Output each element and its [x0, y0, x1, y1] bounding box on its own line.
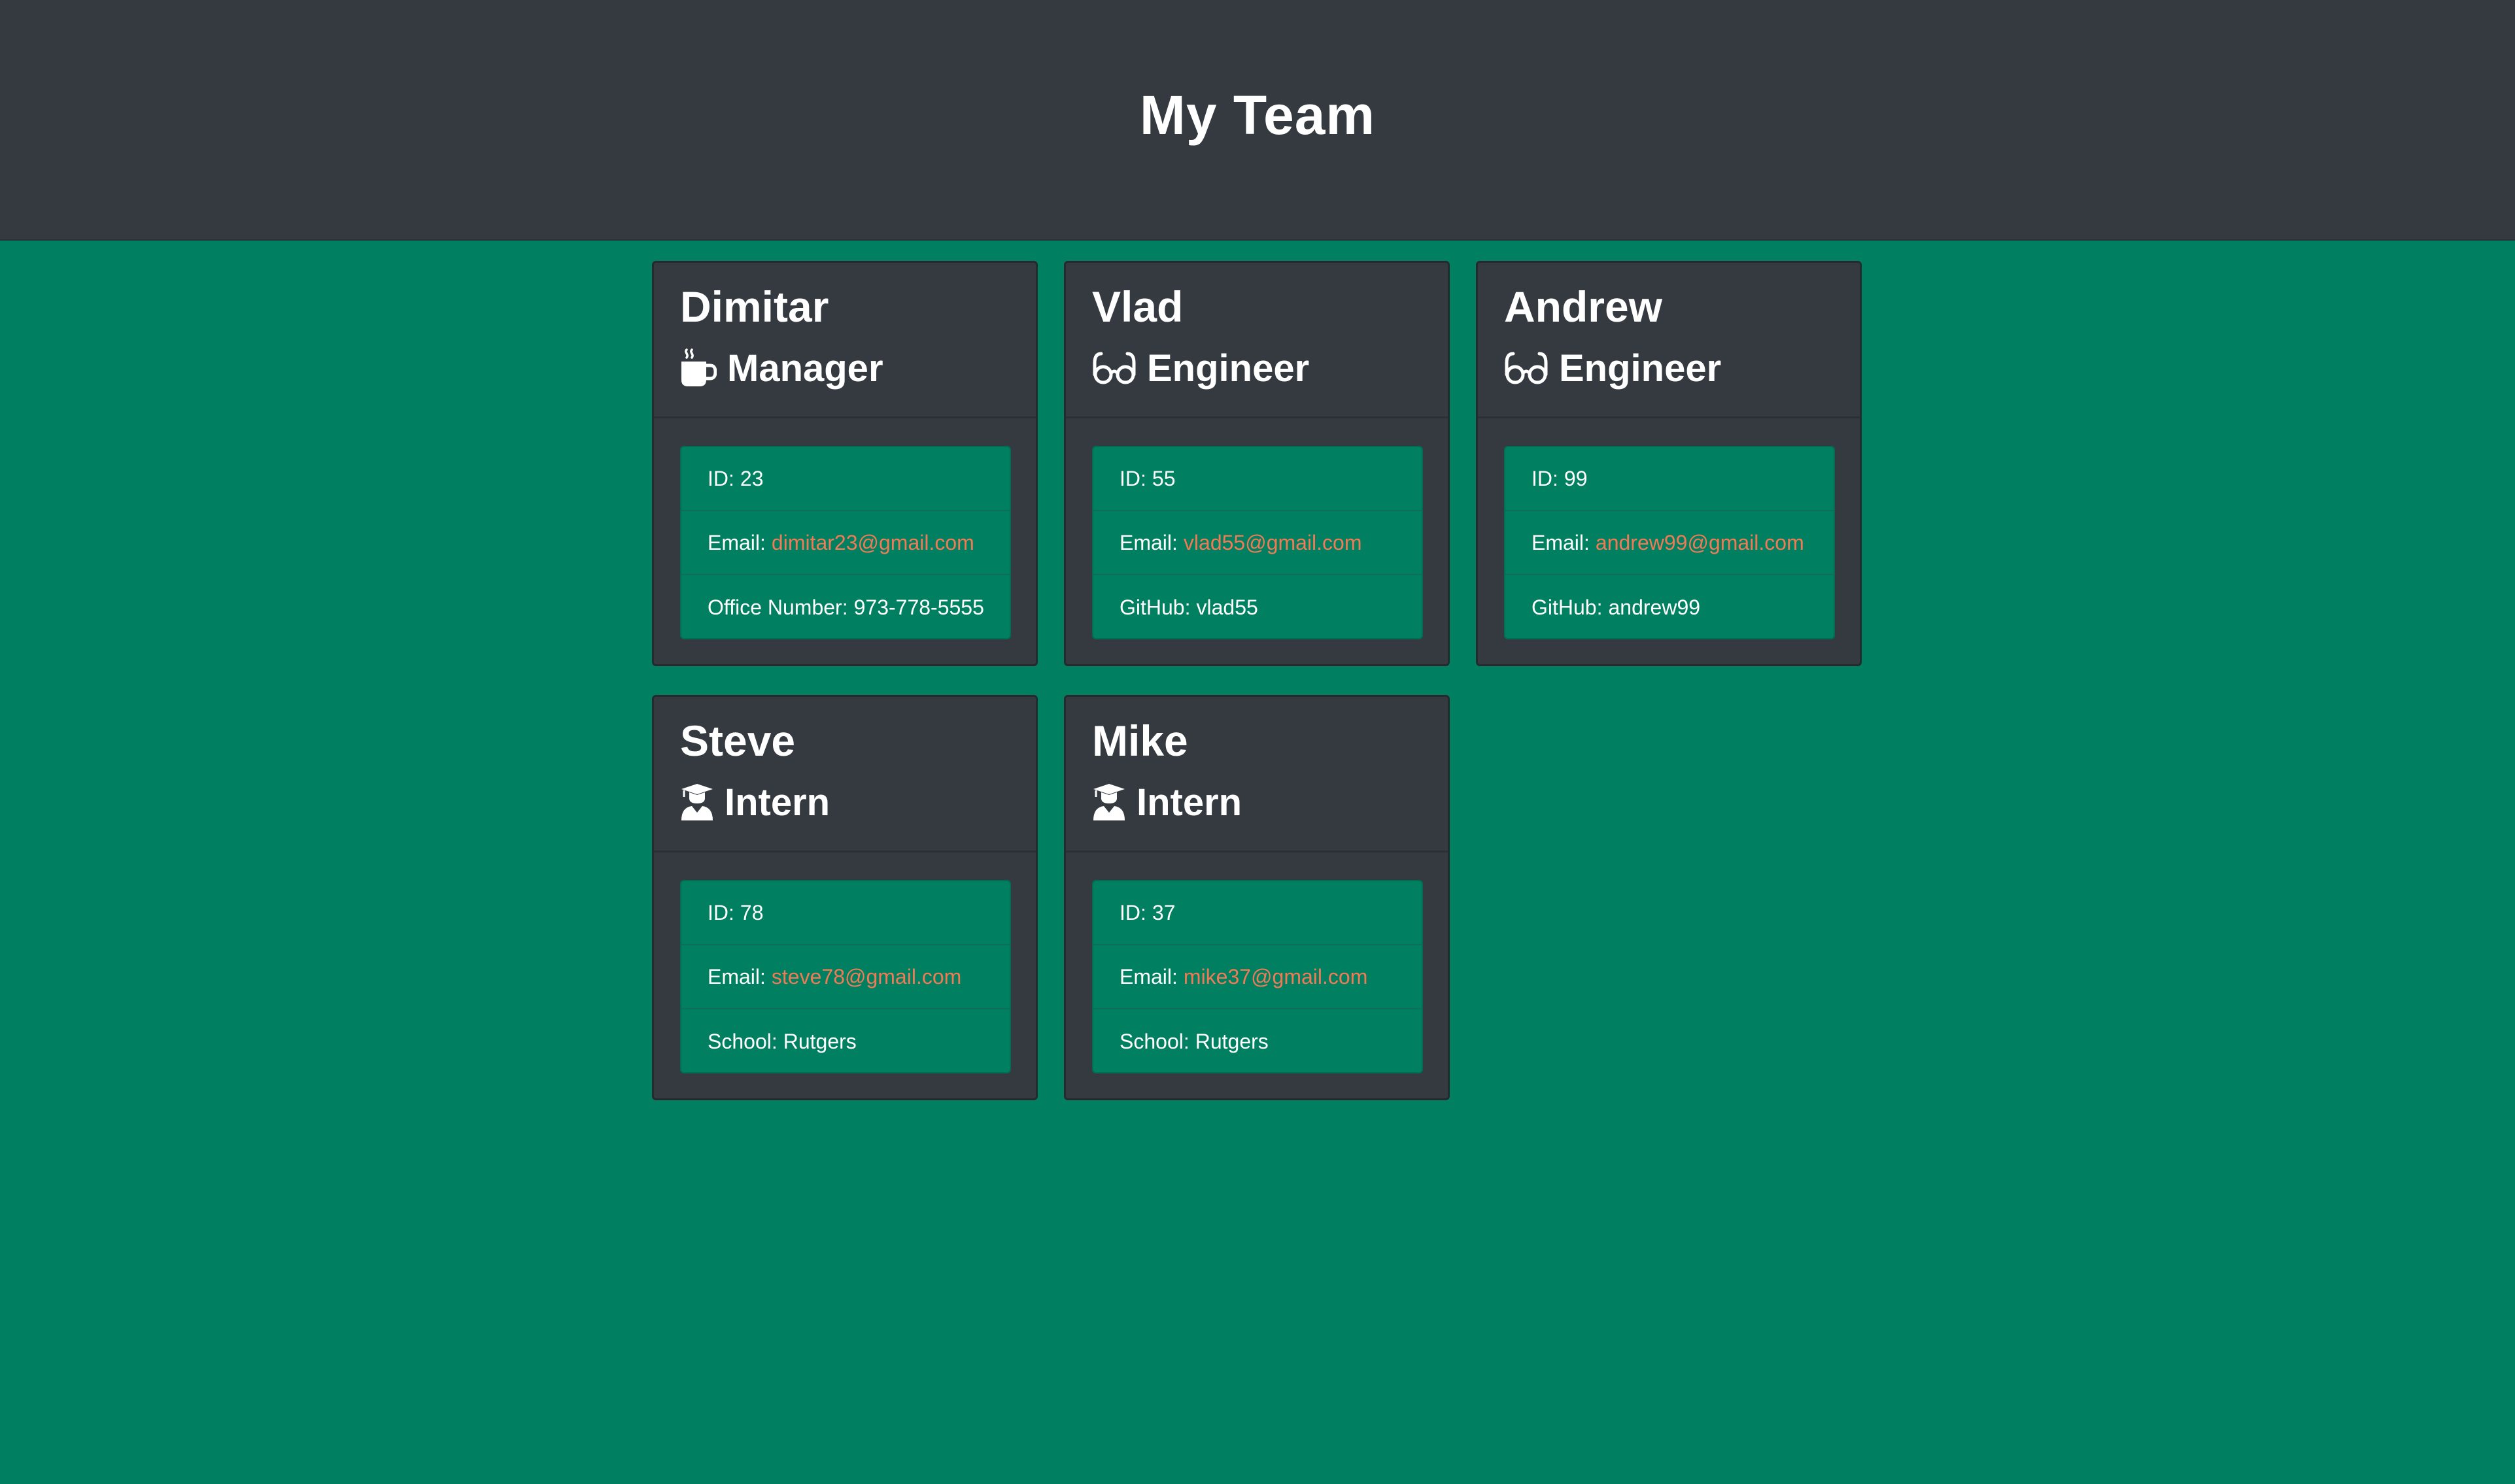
- employee-card-manager: Dimitar Manager ID: 23 Email: dimitar23@…: [652, 261, 1038, 666]
- list-item-id: ID: 99: [1505, 447, 1834, 511]
- id-label: ID:: [708, 466, 734, 490]
- employee-details-list: ID: 23 Email: dimitar23@gmail.com Office…: [680, 446, 1011, 639]
- employee-name: Dimitar: [680, 282, 829, 331]
- list-item-id: ID: 78: [681, 881, 1010, 945]
- id-label: ID:: [708, 900, 734, 924]
- role-label: Intern: [725, 781, 830, 824]
- email-label: Email:: [1531, 530, 1590, 554]
- school-value: Rutgers: [783, 1029, 857, 1053]
- graduate-icon: [1092, 783, 1126, 822]
- email-label: Email:: [1120, 964, 1178, 988]
- id-value: 37: [1152, 900, 1176, 924]
- card-header: Mike Intern: [1066, 697, 1448, 852]
- github-value: vlad55: [1196, 595, 1258, 619]
- employee-name: Vlad: [1092, 282, 1184, 331]
- role-label: Intern: [1137, 781, 1242, 824]
- email-label: Email:: [708, 964, 766, 988]
- employee-name: Mike: [1092, 717, 1188, 765]
- office-value: 973-778-5555: [853, 595, 984, 619]
- employee-details-list: ID: 55 Email: vlad55@gmail.com GitHub: v…: [1092, 446, 1423, 639]
- graduate-icon: [680, 783, 714, 822]
- list-item-id: ID: 37: [1093, 881, 1422, 945]
- list-item-school: School: Rutgers: [681, 1009, 1010, 1072]
- email-link[interactable]: vlad55@gmail.com: [1184, 531, 1362, 555]
- list-item-school: School: Rutgers: [1093, 1009, 1422, 1072]
- employee-name: Andrew: [1504, 282, 1663, 331]
- id-label: ID:: [1120, 900, 1146, 924]
- employee-details-list: ID: 99 Email: andrew99@gmail.com GitHub:…: [1504, 446, 1835, 639]
- school-label: School:: [1120, 1029, 1189, 1053]
- email-link[interactable]: andrew99@gmail.com: [1596, 531, 1804, 555]
- employee-role: Engineer: [1504, 341, 1721, 395]
- id-label: ID:: [1531, 466, 1558, 490]
- employee-card-engineer: Andrew Engineer ID: 99 Email: andrew99@g…: [1476, 261, 1862, 666]
- employee-role: Intern: [1092, 775, 1242, 829]
- employee-name: Steve: [680, 717, 796, 765]
- employee-role: Intern: [680, 775, 830, 829]
- email-label: Email:: [708, 530, 766, 554]
- github-label: GitHub:: [1531, 595, 1603, 619]
- id-value: 78: [740, 900, 764, 924]
- email-link[interactable]: dimitar23@gmail.com: [772, 531, 974, 555]
- list-item-id: ID: 23: [681, 447, 1010, 511]
- email-label: Email:: [1120, 530, 1178, 554]
- list-item-email: Email: mike37@gmail.com: [1093, 945, 1422, 1009]
- list-item-github: GitHub: vlad55: [1093, 575, 1422, 638]
- employee-details-list: ID: 37 Email: mike37@gmail.com School: R…: [1092, 880, 1423, 1073]
- employee-card-intern: Steve Intern ID: 78 Email: steve78@gmail…: [652, 695, 1038, 1100]
- list-item-email: Email: vlad55@gmail.com: [1093, 511, 1422, 575]
- employee-details-list: ID: 78 Email: steve78@gmail.com School: …: [680, 880, 1011, 1073]
- employee-role: Manager: [680, 341, 883, 395]
- glasses-icon: [1092, 351, 1137, 385]
- glasses-icon: [1504, 351, 1548, 385]
- id-value: 23: [740, 466, 764, 490]
- list-item-github: GitHub: andrew99: [1505, 575, 1834, 638]
- role-label: Engineer: [1147, 346, 1310, 390]
- id-value: 99: [1564, 466, 1588, 490]
- id-value: 55: [1152, 466, 1176, 490]
- card-header: Steve Intern: [654, 697, 1036, 852]
- coffee-mug-icon: [680, 348, 717, 388]
- id-label: ID:: [1120, 466, 1146, 490]
- office-label: Office Number:: [708, 595, 848, 619]
- role-label: Manager: [727, 346, 883, 390]
- list-item-office: Office Number: 973-778-5555: [681, 575, 1010, 638]
- card-header: Andrew Engineer: [1478, 263, 1860, 418]
- list-item-email: Email: dimitar23@gmail.com: [681, 511, 1010, 575]
- employee-role: Engineer: [1092, 341, 1309, 395]
- github-label: GitHub:: [1120, 595, 1191, 619]
- school-label: School:: [708, 1029, 778, 1053]
- employee-card-engineer: Vlad Engineer ID: 55 Email: vlad55@gmail…: [1064, 261, 1450, 666]
- school-value: Rutgers: [1195, 1029, 1269, 1053]
- employee-card-intern: Mike Intern ID: 37 Email: mike37@gmail.c…: [1064, 695, 1450, 1100]
- list-item-id: ID: 55: [1093, 447, 1422, 511]
- page-header: My Team: [0, 0, 2515, 241]
- email-link[interactable]: mike37@gmail.com: [1184, 965, 1367, 989]
- card-header: Dimitar Manager: [654, 263, 1036, 418]
- email-link[interactable]: steve78@gmail.com: [772, 965, 961, 989]
- github-value: andrew99: [1608, 595, 1701, 619]
- list-item-email: Email: andrew99@gmail.com: [1505, 511, 1834, 575]
- page-title: My Team: [1139, 84, 1376, 146]
- role-label: Engineer: [1559, 346, 1722, 390]
- list-item-email: Email: steve78@gmail.com: [681, 945, 1010, 1009]
- card-header: Vlad Engineer: [1066, 263, 1448, 418]
